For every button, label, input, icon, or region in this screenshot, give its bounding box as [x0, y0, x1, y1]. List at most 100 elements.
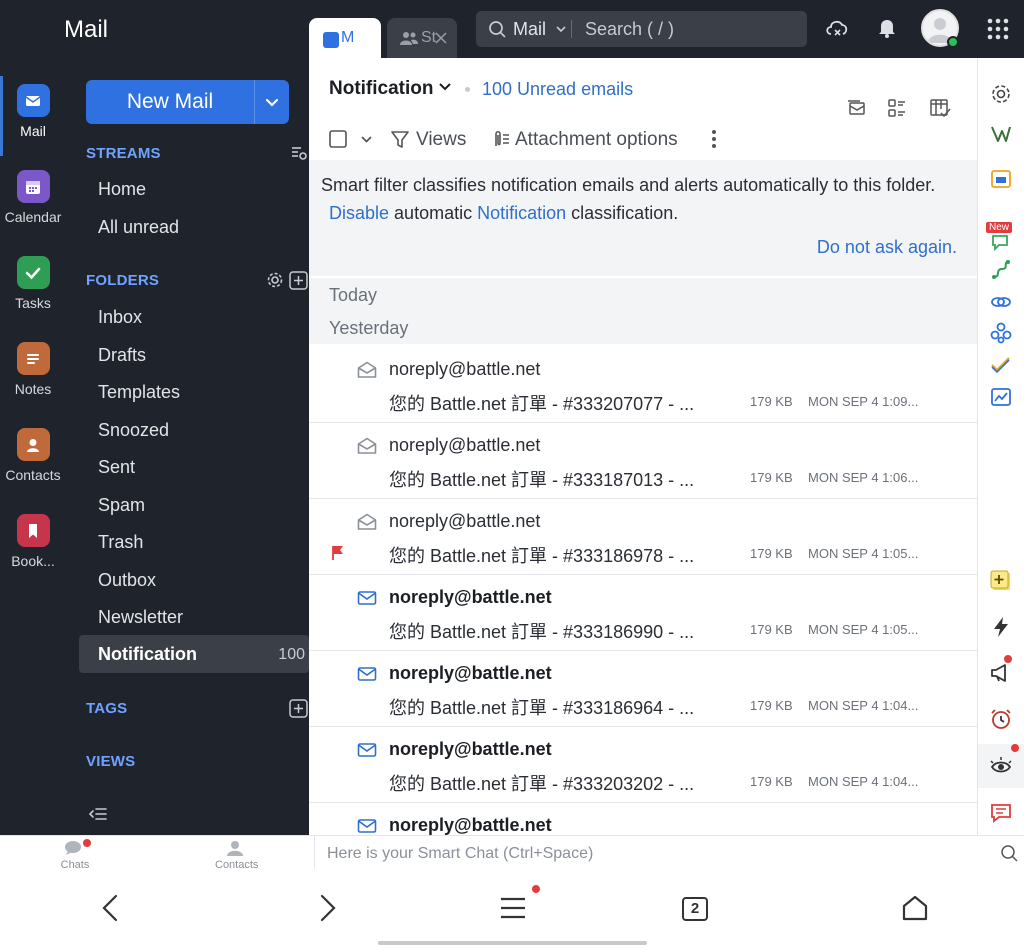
folder-title[interactable]: Notification: [329, 78, 434, 100]
calendar-widget-icon[interactable]: [989, 167, 1013, 191]
read-envelope-icon[interactable]: [357, 437, 377, 455]
rail-item-notes[interactable]: Notes: [0, 342, 66, 422]
conversation-view-icon[interactable]: [846, 98, 866, 118]
more-options-icon[interactable]: [711, 129, 717, 149]
chat-bubble-icon[interactable]: [989, 230, 1013, 254]
tab-streams[interactable]: St: [387, 18, 457, 58]
folder-item-snoozed[interactable]: Snoozed: [98, 420, 169, 441]
folder-item-trash[interactable]: Trash: [98, 532, 143, 553]
stream-item-all-unread[interactable]: All unread: [98, 217, 179, 238]
folder-item-sent[interactable]: Sent: [98, 457, 135, 478]
alarm-clock-icon[interactable]: [989, 707, 1013, 731]
bell-icon[interactable]: [877, 17, 897, 39]
folder-item-outbox[interactable]: Outbox: [98, 570, 156, 591]
rail-item-calendar[interactable]: Calendar: [0, 170, 66, 250]
mail-row[interactable]: noreply@battle.net 您的 Battle.net 訂單 - #33…: [309, 727, 977, 803]
chevron-down-icon[interactable]: [556, 26, 566, 34]
filter-icon[interactable]: [390, 129, 410, 149]
unread-emails-link[interactable]: 100 Unread emails: [482, 79, 633, 100]
search-scope[interactable]: Mail: [513, 19, 546, 40]
attachment-options-button[interactable]: Attachment options: [515, 129, 678, 151]
views-section-label[interactable]: VIEWS: [86, 753, 135, 770]
integration-icon[interactable]: [989, 321, 1013, 345]
chevron-down-icon[interactable]: [262, 92, 282, 112]
smart-chat-input[interactable]: Here is your Smart Chat (Ctrl+Space): [314, 836, 992, 870]
app-grid-icon[interactable]: [987, 18, 1009, 40]
streams-section-label[interactable]: STREAMS: [86, 145, 161, 162]
rail-item-tasks[interactable]: Tasks: [0, 256, 66, 336]
folder-item-inbox[interactable]: Inbox: [98, 307, 142, 328]
unread-envelope-icon[interactable]: [357, 741, 377, 759]
folder-item-drafts[interactable]: Drafts: [98, 345, 146, 366]
search-bar[interactable]: Mail Search ( / ): [476, 11, 807, 47]
checklist-icon[interactable]: [989, 353, 1013, 377]
list-layout-icon[interactable]: [887, 98, 907, 118]
folders-section-label[interactable]: FOLDERS: [86, 272, 159, 289]
contacts-button[interactable]: Contacts: [215, 840, 258, 871]
mail-row[interactable]: noreply@battle.net: [309, 803, 977, 835]
tags-section-label[interactable]: TAGS: [86, 700, 127, 717]
folder-item-newsletter[interactable]: Newsletter: [98, 607, 183, 628]
cloud-sync-icon[interactable]: [824, 17, 850, 39]
add-tag-icon[interactable]: [289, 699, 308, 718]
notification-dot: [83, 839, 91, 847]
stream-settings-icon[interactable]: [290, 144, 308, 162]
eye-icon[interactable]: [989, 755, 1013, 779]
link-icon[interactable]: [989, 290, 1013, 314]
views-button[interactable]: Views: [416, 129, 466, 151]
unread-envelope-icon[interactable]: [357, 817, 377, 835]
rail-item-bookmarks[interactable]: Book...: [0, 514, 66, 594]
rail-item-contacts[interactable]: Contacts: [0, 428, 66, 508]
read-envelope-icon[interactable]: [357, 361, 377, 379]
new-mail-button[interactable]: New Mail: [86, 80, 289, 124]
folder-item-notification[interactable]: Notification 100: [79, 635, 309, 673]
writer-icon[interactable]: [989, 122, 1013, 146]
rail-item-mail[interactable]: Mail: [0, 76, 66, 164]
feedback-icon[interactable]: [989, 801, 1013, 825]
attachment-icon[interactable]: [489, 128, 511, 150]
collapse-sidebar-icon[interactable]: [88, 805, 108, 823]
unread-envelope-icon[interactable]: [357, 589, 377, 607]
mail-row[interactable]: noreply@battle.net 您的 Battle.net 訂單 - #33…: [309, 347, 977, 423]
gesture-pill[interactable]: [378, 941, 647, 945]
rail-label: Contacts: [5, 467, 61, 483]
tab-mail[interactable]: M: [309, 18, 381, 58]
sticky-note-icon[interactable]: [989, 569, 1013, 593]
tabs-count-button[interactable]: 2: [682, 897, 708, 921]
announcement-icon[interactable]: [989, 661, 1013, 685]
add-folder-icon[interactable]: [289, 271, 308, 290]
forward-icon[interactable]: [318, 893, 338, 923]
stream-item-home[interactable]: Home: [98, 179, 146, 200]
chevron-down-icon[interactable]: [361, 136, 372, 144]
settings-icon[interactable]: [989, 82, 1013, 106]
chevron-down-icon[interactable]: [439, 83, 451, 92]
mail-row[interactable]: noreply@battle.net 您的 Battle.net 訂單 - #33…: [309, 499, 977, 575]
select-all-checkbox[interactable]: [329, 130, 347, 148]
route-icon[interactable]: [989, 258, 1013, 282]
mail-date: MON SEP 4 1:05...: [808, 546, 919, 561]
read-envelope-icon[interactable]: [357, 513, 377, 531]
unread-envelope-icon[interactable]: [357, 665, 377, 683]
mail-row[interactable]: noreply@battle.net 您的 Battle.net 訂單 - #33…: [309, 575, 977, 651]
analytics-icon[interactable]: [989, 385, 1013, 409]
lightning-icon[interactable]: [989, 615, 1013, 639]
column-settings-icon[interactable]: [929, 98, 951, 118]
back-icon[interactable]: [100, 893, 120, 923]
notification-dot: [1004, 655, 1012, 663]
close-icon[interactable]: [435, 32, 447, 44]
folder-item-spam[interactable]: Spam: [98, 495, 145, 516]
home-icon[interactable]: [901, 894, 929, 922]
search-icon[interactable]: [1000, 844, 1019, 863]
mail-row[interactable]: noreply@battle.net 您的 Battle.net 訂單 - #33…: [309, 651, 977, 727]
search-input[interactable]: Search ( / ): [585, 19, 674, 40]
chats-button[interactable]: Chats: [55, 839, 95, 871]
notification-link[interactable]: Notification: [477, 203, 566, 223]
banner-message: Smart filter classifies notification ema…: [321, 175, 936, 195]
mail-row[interactable]: noreply@battle.net 您的 Battle.net 訂單 - #33…: [309, 423, 977, 499]
do-not-ask-again-link[interactable]: Do not ask again.: [817, 237, 957, 258]
menu-icon[interactable]: [500, 897, 526, 919]
gear-icon[interactable]: [266, 271, 284, 289]
flag-icon[interactable]: [331, 545, 345, 561]
disable-link[interactable]: Disable: [329, 203, 389, 223]
folder-item-templates[interactable]: Templates: [98, 382, 180, 403]
